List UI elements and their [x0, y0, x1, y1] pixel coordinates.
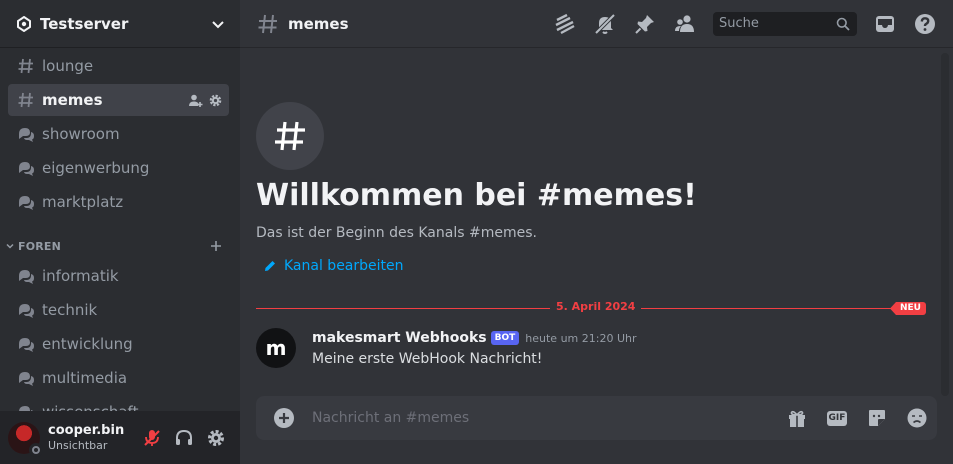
forum-icon — [16, 158, 36, 178]
channel-label: showroom — [42, 125, 120, 143]
bot-badge: BOT — [490, 331, 520, 345]
add-attachment-icon[interactable] — [272, 406, 296, 430]
channel-marktplatz[interactable]: marktplatz — [8, 186, 229, 218]
channel-lounge[interactable]: lounge — [8, 50, 229, 82]
help-icon[interactable] — [913, 12, 937, 36]
channel-wissenschaft[interactable]: wissenschaft — [8, 396, 229, 411]
member-list-icon[interactable] — [673, 12, 697, 36]
threads-icon[interactable] — [553, 12, 577, 36]
hash-icon — [16, 56, 36, 76]
message-header: makesmart Webhooks BOT heute um 21:20 Uh… — [312, 330, 637, 346]
channel-showroom[interactable]: showroom — [8, 118, 229, 150]
mic-muted-icon[interactable] — [136, 422, 168, 454]
hash-icon — [16, 90, 36, 110]
gif-label: GIF — [826, 410, 848, 426]
gift-icon[interactable] — [785, 406, 809, 430]
gif-icon[interactable]: GIF — [825, 406, 849, 430]
chevron-down-icon — [210, 16, 226, 32]
server-guide-icon — [16, 15, 32, 32]
message-composer: GIF — [256, 396, 937, 440]
server-sidebar: Testserver lounge memes showroom eigenwe… — [0, 0, 240, 464]
server-name: Testserver — [40, 14, 129, 33]
emoji-icon[interactable] — [905, 406, 929, 430]
channel-entwicklung[interactable]: entwicklung — [8, 328, 229, 360]
message-input[interactable] — [312, 410, 769, 426]
hash-icon — [256, 12, 280, 36]
server-header[interactable]: Testserver — [0, 0, 240, 48]
channel-label: entwicklung — [42, 335, 133, 353]
plus-icon[interactable] — [208, 238, 224, 254]
pin-icon[interactable] — [633, 12, 657, 36]
channel-technik[interactable]: technik — [8, 294, 229, 326]
welcome-title: Willkommen bei #memes! — [256, 178, 697, 213]
new-badge-label: NEU — [890, 302, 926, 315]
message-author[interactable]: makesmart Webhooks — [312, 330, 487, 346]
search-box[interactable] — [713, 11, 857, 36]
forum-icon — [16, 192, 36, 212]
forum-icon — [16, 334, 36, 354]
channel-label: wissenschaft — [42, 403, 229, 411]
message-content: Meine erste WebHook Nachricht! — [312, 351, 543, 367]
forum-icon — [16, 300, 36, 320]
user-name: cooper.bin — [48, 423, 125, 439]
channel-label: technik — [42, 301, 98, 319]
chat-area: Willkommen bei #memes! Das ist der Begin… — [240, 49, 953, 464]
avatar[interactable] — [8, 421, 43, 457]
gear-icon[interactable] — [207, 92, 223, 108]
user-info[interactable]: cooper.bin Unsichtbar — [48, 423, 136, 452]
edit-channel-link[interactable]: Kanal bearbeiten — [262, 258, 404, 274]
chevron-down-icon — [4, 240, 16, 252]
user-status: Unsichtbar — [48, 438, 108, 452]
forum-icon — [16, 124, 36, 144]
sticker-icon[interactable] — [865, 406, 889, 430]
channel-label: lounge — [42, 57, 94, 75]
search-input[interactable] — [719, 16, 835, 31]
channel-header: memes — [240, 0, 953, 48]
channel-memes[interactable]: memes — [8, 84, 229, 116]
channel-informatik[interactable]: informatik — [8, 260, 229, 292]
category-label: FOREN — [18, 239, 62, 253]
notifications-muted-icon[interactable] — [593, 12, 617, 36]
channel-label: eigenwerbung — [42, 159, 150, 177]
search-icon — [835, 16, 851, 32]
pencil-icon — [262, 258, 278, 274]
channel-label: informatik — [42, 267, 119, 285]
channel-label: multimedia — [42, 369, 128, 387]
message[interactable]: m makesmart Webhooks BOT heute um 21:20 … — [256, 328, 916, 372]
gear-icon[interactable] — [200, 422, 232, 454]
welcome-subtitle: Das ist der Beginn des Kanals #memes. — [256, 225, 537, 241]
category-foren[interactable]: FOREN — [0, 238, 240, 254]
channel-title: memes — [288, 14, 349, 33]
scrollbar[interactable] — [941, 53, 949, 396]
edit-channel-label: Kanal bearbeiten — [284, 258, 404, 274]
forum-icon — [16, 368, 36, 388]
hash-icon — [256, 102, 324, 170]
channel-multimedia[interactable]: multimedia — [8, 362, 229, 394]
status-invisible-icon — [29, 442, 43, 457]
channel-label: marktplatz — [42, 193, 124, 211]
message-avatar[interactable]: m — [256, 328, 296, 368]
headphones-icon[interactable] — [168, 422, 200, 454]
channel-list: lounge memes showroom eigenwerbung markt… — [0, 48, 240, 411]
channel-label: memes — [42, 91, 103, 109]
message-timestamp: heute um 21:20 Uhr — [525, 331, 637, 345]
divider-date: 5. April 2024 — [550, 300, 642, 313]
forum-icon — [16, 402, 36, 411]
inbox-icon[interactable] — [873, 12, 897, 36]
forum-icon — [16, 266, 36, 286]
user-panel: cooper.bin Unsichtbar — [0, 411, 240, 464]
invite-user-icon[interactable] — [187, 92, 203, 108]
channel-eigenwerbung[interactable]: eigenwerbung — [8, 152, 229, 184]
